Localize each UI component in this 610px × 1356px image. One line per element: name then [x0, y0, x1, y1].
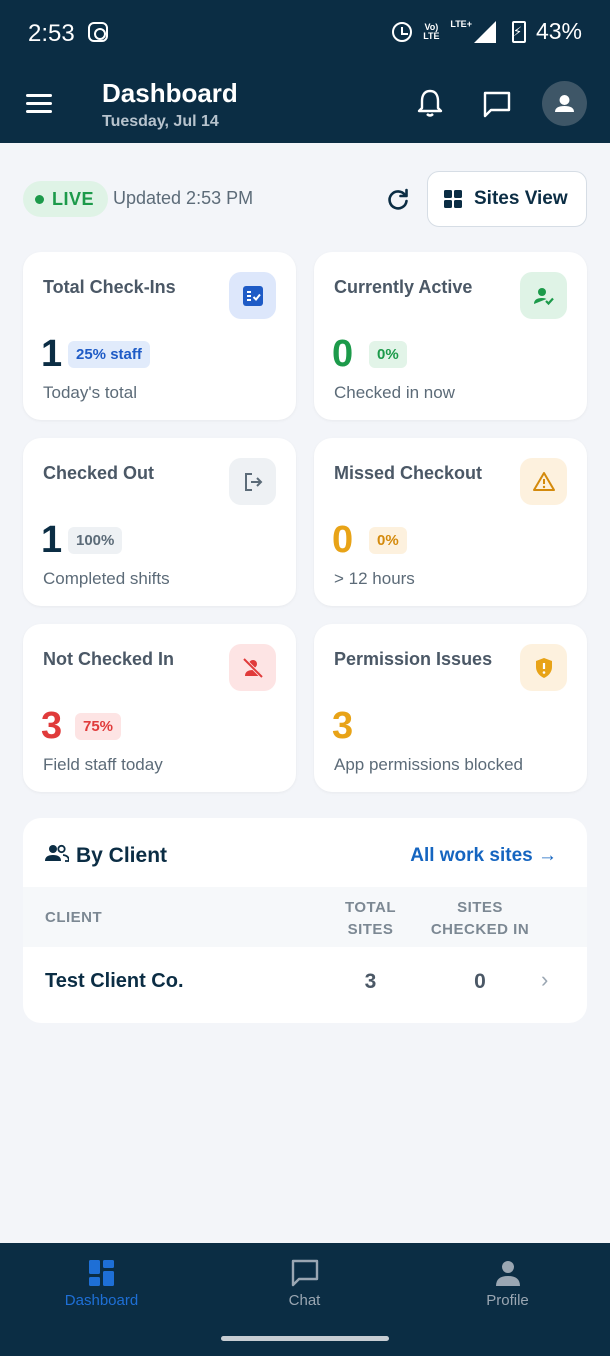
updated-time: Updated 2:53 PM — [113, 188, 254, 208]
card-value: 0 — [332, 519, 354, 561]
profile-icon — [495, 1261, 520, 1286]
signal-icon — [473, 20, 496, 43]
instagram-icon — [88, 22, 108, 42]
card-value: 1 — [41, 333, 63, 375]
nav-profile-label: Profile — [486, 1292, 529, 1309]
card-permission-issues[interactable]: Permission Issues 3 App permissions bloc… — [314, 624, 587, 792]
card-checked-out[interactable]: Checked Out 1 100% Completed shifts — [23, 438, 296, 606]
nav-dashboard-label: Dashboard — [64, 1292, 139, 1309]
by-client-header: By Client All work sites → — [23, 818, 587, 887]
dashboard-icon — [88, 1260, 114, 1286]
top-bar: 2:53 Vo) LTE LTE+ 43% Dashboard Tuesday,… — [0, 0, 610, 143]
column-total-sites: TOTAL SITES — [344, 899, 397, 938]
card-subtitle: Checked in now — [334, 383, 455, 402]
battery-icon — [511, 20, 526, 43]
avatar[interactable] — [542, 81, 587, 126]
page-date: Tuesday, Jul 14 — [102, 113, 219, 130]
card-subtitle: Completed shifts — [43, 569, 170, 588]
card-subtitle: Today's total — [43, 383, 137, 402]
gesture-bar — [221, 1336, 389, 1341]
bell-icon[interactable] — [416, 88, 444, 118]
card-title: Not Checked In — [43, 649, 175, 669]
live-badge: LIVE — [23, 181, 109, 217]
nav-dashboard[interactable]: Dashboard — [0, 1243, 203, 1333]
card-title: Checked Out — [43, 463, 155, 483]
user-off-icon — [229, 644, 276, 691]
card-value: 0 — [332, 333, 354, 375]
by-client-panel: By Client All work sites → CLIENT TOTAL … — [23, 818, 587, 1023]
app-header: Dashboard Tuesday, Jul 14 — [0, 66, 610, 143]
card-currently-active[interactable]: Currently Active 0 0% Checked in now — [314, 252, 587, 420]
table-row[interactable]: Test Client Co. 3 0 › — [23, 947, 587, 1017]
logout-icon — [229, 458, 276, 505]
live-label: LIVE — [52, 188, 95, 209]
chevron-right-icon: › — [541, 967, 549, 992]
card-badge: 25% staff — [68, 341, 150, 368]
card-badge: 75% — [75, 713, 122, 740]
column-sites-checked-in: SITES CHECKED IN — [430, 899, 530, 938]
sites-view-label: Sites View — [474, 188, 568, 209]
card-badge: 100% — [68, 527, 123, 554]
card-total-check-ins[interactable]: Total Check-Ins 1 25% staff Today's tota… — [23, 252, 296, 420]
user-check-icon — [520, 272, 567, 319]
card-subtitle: Field staff today — [43, 755, 163, 774]
page-title: Dashboard — [102, 78, 238, 108]
by-client-title: By Client — [76, 844, 168, 867]
column-client: CLIENT — [45, 909, 103, 926]
live-dot — [35, 194, 44, 204]
total-sites-value: 3 — [364, 970, 377, 993]
menu-icon[interactable] — [26, 94, 52, 114]
nav-chat[interactable]: Chat — [203, 1243, 406, 1333]
alarm-icon — [392, 21, 413, 42]
status-bar: 2:53 Vo) LTE LTE+ 43% — [0, 0, 610, 66]
network-type: LTE+ — [450, 18, 472, 29]
sites-view-button[interactable]: Sites View — [427, 171, 587, 227]
battery-level: 43% — [535, 18, 582, 44]
person-icon — [555, 95, 574, 112]
refresh-icon[interactable] — [385, 187, 411, 213]
card-title: Missed Checkout — [334, 463, 483, 483]
status-time: 2:53 — [28, 20, 75, 47]
card-badge: 0% — [369, 527, 407, 554]
warning-icon — [520, 458, 567, 505]
card-title: Permission Issues — [334, 649, 493, 669]
people-icon — [45, 844, 69, 862]
card-subtitle: > 12 hours — [334, 569, 415, 588]
sites-checked-in-value: 0 — [474, 970, 486, 993]
shield-alert-icon — [520, 644, 567, 691]
chat-icon — [291, 1259, 318, 1287]
card-not-checked-in[interactable]: Not Checked In 3 75% Field staff today — [23, 624, 296, 792]
grid-icon — [444, 190, 462, 208]
card-missed-checkout[interactable]: Missed Checkout 0 0% > 12 hours — [314, 438, 587, 606]
card-value: 3 — [332, 705, 354, 747]
all-work-sites-link[interactable]: All work sites → — [410, 845, 557, 867]
volte-indicator: Vo) LTE — [423, 21, 440, 41]
card-value: 3 — [41, 705, 63, 747]
nav-chat-label: Chat — [288, 1292, 321, 1309]
card-title: Currently Active — [334, 277, 473, 297]
client-name: Test Client Co. — [45, 970, 184, 992]
card-subtitle: App permissions blocked — [334, 755, 523, 774]
messages-icon[interactable] — [482, 90, 512, 118]
checklist-icon — [229, 272, 276, 319]
table-header: CLIENT TOTAL SITES SITES CHECKED IN — [23, 887, 587, 947]
card-title: Total Check-Ins — [43, 277, 176, 297]
card-badge: 0% — [369, 341, 407, 368]
nav-profile[interactable]: Profile — [406, 1243, 609, 1333]
card-value: 1 — [41, 519, 63, 561]
